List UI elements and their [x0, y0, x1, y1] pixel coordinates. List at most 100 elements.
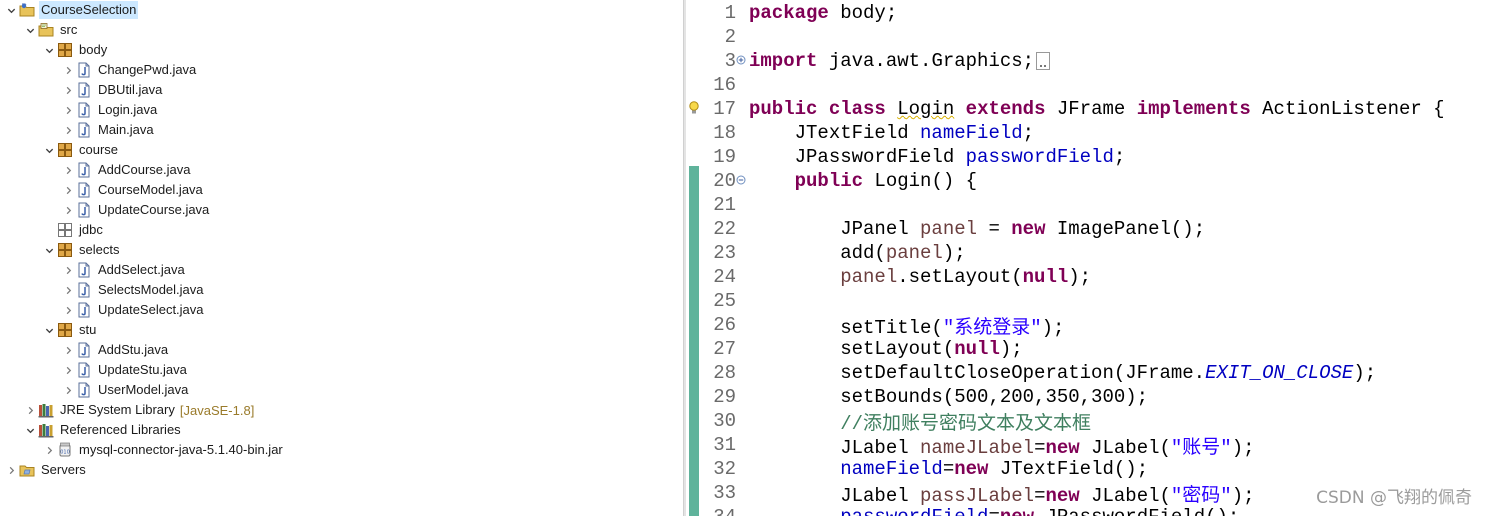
code-token: null	[954, 338, 1000, 360]
tree-item[interactable]: DBUtil.java	[0, 80, 683, 100]
chevron-down-icon[interactable]	[43, 320, 55, 340]
tree-item-label: course	[79, 142, 119, 157]
package-explorer-tree[interactable]: CourseSelection src body ChangePwd.java DBUt…	[0, 0, 683, 516]
chevron-right-icon[interactable]	[62, 380, 74, 400]
java-file-icon	[76, 182, 92, 198]
java-file-icon	[76, 302, 92, 318]
tree-item-label: Login.java	[98, 102, 158, 117]
code-text: nameField=new JTextField();	[749, 458, 1148, 480]
code-token: "系统登录"	[942, 316, 1042, 339]
tree-item[interactable]: Servers	[0, 460, 683, 480]
chevron-down-icon[interactable]	[43, 240, 55, 260]
empty-package-icon	[57, 222, 73, 238]
tree-item[interactable]: CourseSelection	[0, 0, 683, 20]
line-number: 3	[724, 50, 736, 72]
code-line[interactable]: 32 nameField=new JTextField();	[686, 457, 1488, 481]
code-token: new	[954, 458, 989, 480]
tree-item[interactable]: course	[0, 140, 683, 160]
java-file-icon	[76, 282, 92, 298]
tree-item[interactable]: AddCourse.java	[0, 160, 683, 180]
code-text: //添加账号密码文本及文本框	[749, 408, 1091, 435]
chevron-down-icon[interactable]	[24, 20, 36, 40]
tree-item[interactable]: UpdateCourse.java	[0, 200, 683, 220]
code-text: panel.setLayout(null);	[749, 266, 1091, 288]
chevron-right-icon[interactable]	[62, 200, 74, 220]
chevron-right-icon[interactable]	[62, 360, 74, 380]
tree-item-label: CourseSelection	[39, 1, 139, 19]
code-line[interactable]: 19 JPasswordField passwordField;	[686, 145, 1488, 169]
code-text: JPasswordField passwordField;	[749, 146, 1126, 168]
tree-item[interactable]: Main.java	[0, 120, 683, 140]
tree-item[interactable]: src	[0, 20, 683, 40]
collapsed-code-marker[interactable]	[1036, 51, 1051, 70]
code-line[interactable]: 24 panel.setLayout(null);	[686, 265, 1488, 289]
tree-item[interactable]: body	[0, 40, 683, 60]
chevron-right-icon[interactable]	[62, 100, 74, 120]
code-line[interactable]: 29 setBounds(500,200,350,300);	[686, 385, 1488, 409]
code-line[interactable]: 23 add(panel);	[686, 241, 1488, 265]
tree-item-label: AddStu.java	[98, 342, 169, 357]
tree-item[interactable]: selects	[0, 240, 683, 260]
code-line[interactable]: 21	[686, 193, 1488, 217]
code-line[interactable]: 18 JTextField nameField;	[686, 121, 1488, 145]
tree-item[interactable]: AddSelect.java	[0, 260, 683, 280]
tree-item[interactable]: ChangePwd.java	[0, 60, 683, 80]
tree-item[interactable]: CourseModel.java	[0, 180, 683, 200]
chevron-right-icon[interactable]	[5, 460, 17, 480]
chevron-down-icon[interactable]	[43, 140, 55, 160]
tree-item[interactable]: Referenced Libraries	[0, 420, 683, 440]
tree-item[interactable]: UpdateSelect.java	[0, 300, 683, 320]
chevron-right-icon[interactable]	[62, 60, 74, 80]
code-token: ;	[1113, 146, 1126, 168]
fold-collapse-icon[interactable]	[736, 175, 746, 185]
tree-item[interactable]: AddStu.java	[0, 340, 683, 360]
tree-item[interactable]: UserModel.java	[0, 380, 683, 400]
code-line[interactable]: 26 setTitle("系统登录");	[686, 313, 1488, 339]
tree-item-label: body	[79, 42, 108, 57]
code-token: import	[749, 50, 818, 72]
code-editor[interactable]: 1 package body; 2 3 import java.awt.Graphics…	[686, 0, 1488, 516]
chevron-right-icon[interactable]	[62, 80, 74, 100]
code-line[interactable]: 1 package body;	[686, 1, 1488, 25]
chevron-right-icon[interactable]	[62, 120, 74, 140]
tree-item-label: UserModel.java	[98, 382, 189, 397]
tree-item[interactable]: 010 mysql-connector-java-5.1.40-bin.jar	[0, 440, 683, 460]
tree-item[interactable]: Login.java	[0, 100, 683, 120]
chevron-right-icon[interactable]	[43, 440, 55, 460]
chevron-right-icon[interactable]	[62, 280, 74, 300]
code-line[interactable]: 31 JLabel nameJLabel=new JLabel("账号");	[686, 433, 1488, 459]
tree-item[interactable]: JRE System Library [JavaSE-1.8]	[0, 400, 683, 420]
code-line[interactable]: 27 setLayout(null);	[686, 337, 1488, 361]
chevron-right-icon[interactable]	[62, 300, 74, 320]
tree-item[interactable]: stu	[0, 320, 683, 340]
line-number: 21	[713, 194, 736, 216]
java-file-icon	[76, 82, 92, 98]
chevron-down-icon[interactable]	[24, 420, 36, 440]
chevron-down-icon[interactable]	[5, 0, 17, 20]
code-line[interactable]: 25	[686, 289, 1488, 313]
fold-expand-icon[interactable]	[736, 55, 746, 65]
code-line[interactable]: 3 import java.awt.Graphics;	[686, 49, 1488, 73]
code-line[interactable]: 2	[686, 25, 1488, 49]
code-line[interactable]: 22 JPanel panel = new ImagePanel();	[686, 217, 1488, 241]
code-line[interactable]: 17 public class Login extends JFrame impl…	[686, 97, 1488, 121]
chevron-right-icon[interactable]	[62, 160, 74, 180]
chevron-right-icon[interactable]	[62, 180, 74, 200]
chevron-right-icon[interactable]	[24, 400, 36, 420]
tree-item[interactable]: SelectsModel.java	[0, 280, 683, 300]
tree-item[interactable]: UpdateStu.java	[0, 360, 683, 380]
chevron-down-icon[interactable]	[43, 40, 55, 60]
code-token: );	[1068, 266, 1092, 288]
code-line[interactable]: 20 public Login() {	[686, 169, 1488, 193]
code-line[interactable]: 30 //添加账号密码文本及文本框	[686, 408, 1488, 435]
code-line[interactable]: 16	[686, 73, 1488, 97]
chevron-right-icon[interactable]	[62, 260, 74, 280]
code-token: JTextField();	[988, 458, 1149, 480]
chevron-right-icon[interactable]	[62, 340, 74, 360]
tree-item[interactable]: jdbc	[0, 220, 683, 240]
code-text: JLabel passJLabel=new JLabel("密码");	[749, 480, 1254, 507]
code-line[interactable]: 28 setDefaultCloseOperation(JFrame.EXIT_…	[686, 361, 1488, 385]
code-token: setBounds(500,200,350,300);	[749, 386, 1149, 408]
